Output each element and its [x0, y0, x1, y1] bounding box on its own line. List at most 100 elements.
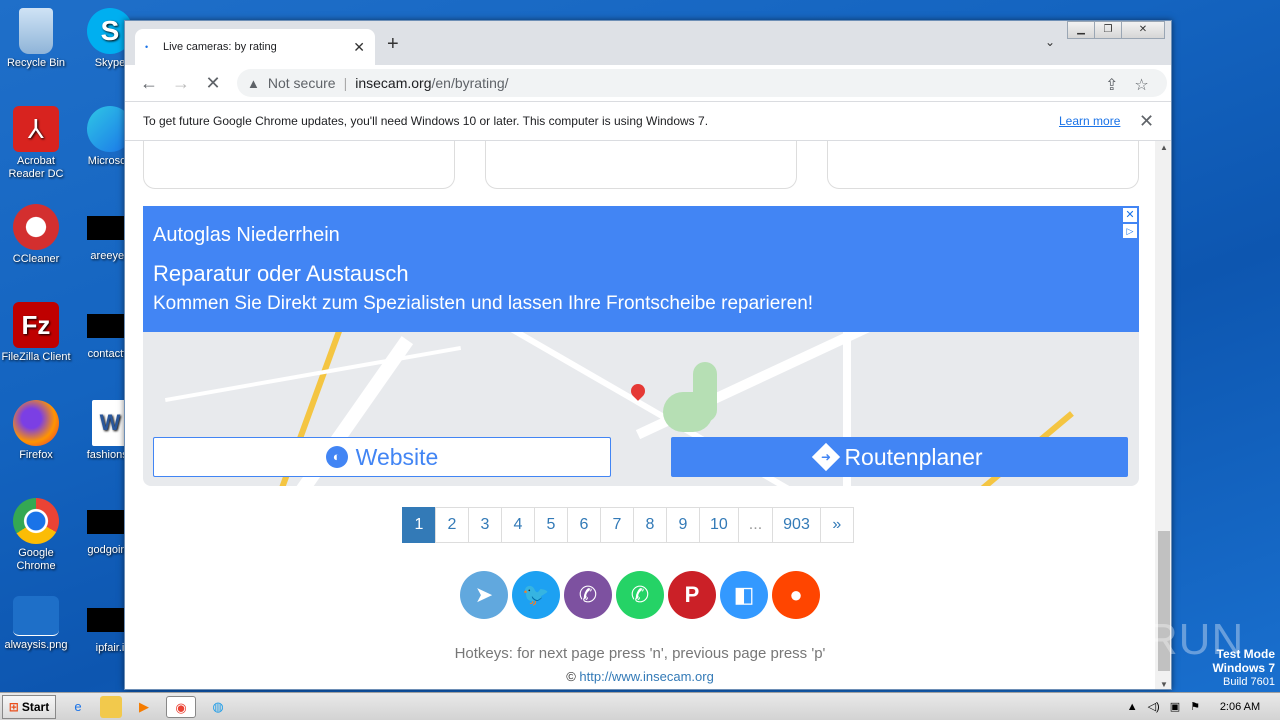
restore-button[interactable]: ❐	[1094, 21, 1122, 39]
page-scrollbar[interactable]: ▲ ▼	[1155, 141, 1171, 689]
delicious-share-icon[interactable]: ◧	[720, 571, 768, 619]
new-tab-button[interactable]: +	[387, 33, 399, 56]
media-player-taskbar-icon[interactable]: ▶	[133, 696, 155, 718]
camera-card[interactable]	[143, 141, 455, 189]
desktop-icon-filezilla[interactable]: Fz FileZilla Client	[0, 302, 72, 364]
desktop-icon-label: FileZilla Client	[1, 351, 71, 363]
windows-logo-icon: ⊞	[8, 699, 19, 714]
ccleaner-icon	[13, 204, 59, 250]
site-link[interactable]: http://www.insecam.org	[579, 669, 713, 684]
system-tray: ▲ ◁) ▣ ⚑ 2:06 AM	[1127, 700, 1280, 714]
start-button[interactable]: ⊞ Start	[2, 694, 56, 719]
page-link-2[interactable]: 2	[435, 507, 469, 543]
network-icon[interactable]: ▣	[1170, 700, 1180, 713]
route-planner-button[interactable]: ➜ Routenplaner	[671, 437, 1128, 477]
edge-taskbar-icon[interactable]: ◍	[207, 696, 229, 718]
desktop-icon-label: alwaysis.png	[4, 639, 68, 651]
whatsapp-share-icon[interactable]: ✆	[616, 571, 664, 619]
ad-close-icon[interactable]: ✕	[1123, 208, 1137, 222]
back-button[interactable]: ←	[133, 73, 165, 94]
url-text: insecam.org/en/byrating/	[355, 75, 508, 91]
flag-icon[interactable]: ⚑	[1190, 700, 1200, 713]
page-link-10[interactable]: 10	[699, 507, 739, 543]
address-bar[interactable]: ▲ Not secure | insecam.org/en/byrating/ …	[237, 69, 1167, 97]
directions-icon: ➜	[812, 442, 841, 472]
ie-taskbar-icon[interactable]: e	[67, 696, 89, 718]
page-link-903[interactable]: 903	[772, 507, 821, 543]
ad-map[interactable]: ◐ Website ➜ Routenplaner	[143, 332, 1139, 486]
desktop-icon-label: Google Chrome	[16, 547, 56, 572]
desktop-icon-firefox[interactable]: Firefox	[0, 400, 72, 462]
twitter-share-icon[interactable]: 🐦	[512, 571, 560, 619]
pinterest-share-icon[interactable]: P	[668, 571, 716, 619]
separator: |	[343, 75, 348, 91]
url-host: insecam.org	[355, 75, 432, 91]
browser-window: • Live cameras: by rating ✕ + ⌄ ▁ ❐ ✕ ← …	[124, 20, 1172, 690]
route-planner-label: Routenplaner	[844, 443, 983, 470]
scroll-up-icon[interactable]: ▲	[1160, 143, 1168, 152]
tab-live-cameras[interactable]: • Live cameras: by rating ✕	[135, 29, 375, 65]
test-mode-notice: Test Mode Windows 7 Build 7601	[1190, 648, 1275, 689]
chrome-taskbar-icon[interactable]: ◉	[166, 695, 196, 718]
next-page-link[interactable]: »	[819, 507, 854, 543]
page-ellipsis: ...	[737, 507, 774, 543]
page-link-9[interactable]: 9	[666, 507, 700, 543]
page-link-3[interactable]: 3	[468, 507, 502, 543]
explorer-taskbar-icon[interactable]	[100, 695, 122, 718]
tab-search-button[interactable]: ⌄	[1045, 35, 1055, 49]
desktop-icon-label: CCleaner	[12, 253, 60, 265]
reddit-share-icon[interactable]: ●	[772, 571, 820, 619]
pagination: 1 2 3 4 5 6 7 8 9 10 ... 903 »	[402, 507, 854, 543]
forward-button[interactable]: →	[165, 73, 197, 94]
copyright-symbol: ©	[566, 669, 576, 684]
desktop-icon-label: Acrobat Reader DC	[8, 155, 64, 180]
camera-card[interactable]	[827, 141, 1139, 189]
camera-card[interactable]	[485, 141, 797, 189]
page-link-5[interactable]: 5	[534, 507, 568, 543]
infobar-close-icon[interactable]: ✕	[1139, 111, 1154, 132]
desktop-icon-alwaysis[interactable]: alwaysis.png	[0, 596, 72, 652]
map-park	[693, 362, 717, 422]
bookmark-star-icon[interactable]: ☆	[1134, 75, 1148, 97]
ad-info-icon[interactable]: ▷	[1123, 224, 1137, 238]
stop-loading-button[interactable]: ✕	[197, 73, 229, 94]
toolbar-actions: ⇪ ☆ ◫ ● ⋮	[1105, 75, 1171, 97]
window-close-button[interactable]: ✕	[1121, 21, 1165, 39]
clock[interactable]: 2:06 AM	[1210, 701, 1270, 713]
website-button[interactable]: ◐ Website	[153, 437, 611, 477]
share-buttons: ➤ 🐦 ✆ ✆ P ◧ ●	[460, 571, 820, 619]
share-icon[interactable]: ⇪	[1105, 75, 1118, 97]
advertisement: Autoglas Niederrhein Reparatur oder Aust…	[143, 206, 1139, 486]
ad-headline: Reparatur oder Austausch	[153, 261, 409, 286]
page-link-4[interactable]: 4	[501, 507, 535, 543]
scroll-down-icon[interactable]: ▼	[1160, 680, 1168, 689]
page-link-7[interactable]: 7	[600, 507, 634, 543]
desktop-icon-recycle-bin[interactable]: Recycle Bin	[0, 8, 72, 70]
page-link-1[interactable]: 1	[402, 507, 436, 543]
word-document-icon: W	[92, 400, 128, 446]
page-viewport: Autoglas Niederrhein Reparatur oder Aust…	[125, 141, 1155, 689]
start-label: Start	[21, 699, 50, 714]
desktop-icon-ccleaner[interactable]: CCleaner	[0, 204, 72, 266]
test-mode-line3: Build 7601	[1223, 676, 1275, 688]
desktop-icon-acrobat[interactable]: ⅄ Acrobat Reader DC	[0, 106, 72, 181]
ad-advertiser: Autoglas Niederrhein	[153, 224, 340, 246]
warning-icon: ▲	[247, 75, 260, 91]
ad-header[interactable]: Autoglas Niederrhein Reparatur oder Aust…	[143, 206, 1139, 332]
tab-close-icon[interactable]: ✕	[353, 39, 365, 56]
ad-description: Kommen Sie Direkt zum Spezialisten und l…	[153, 293, 814, 314]
telegram-share-icon[interactable]: ➤	[460, 571, 508, 619]
viber-share-icon[interactable]: ✆	[564, 571, 612, 619]
page-link-8[interactable]: 8	[633, 507, 667, 543]
image-file-icon	[13, 596, 59, 636]
desktop-icon-chrome[interactable]: Google Chrome	[0, 498, 72, 573]
filezilla-icon: Fz	[13, 302, 59, 348]
learn-more-link[interactable]: Learn more	[1059, 114, 1120, 128]
volume-icon[interactable]: ◁)	[1148, 700, 1160, 713]
page-link-6[interactable]: 6	[567, 507, 601, 543]
minimize-button[interactable]: ▁	[1067, 21, 1095, 39]
test-mode-line2: Windows 7	[1212, 661, 1275, 675]
tray-expand-icon[interactable]: ▲	[1127, 701, 1138, 713]
infobar-message: To get future Google Chrome updates, you…	[143, 114, 709, 128]
hotkeys-hint: Hotkeys: for next page press 'n', previo…	[454, 645, 826, 662]
